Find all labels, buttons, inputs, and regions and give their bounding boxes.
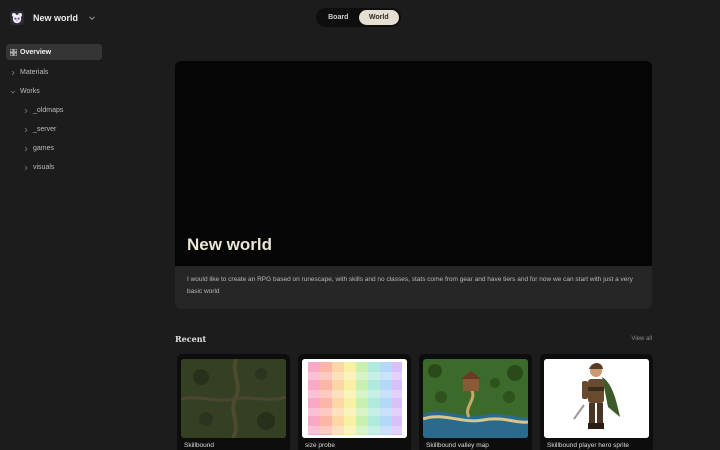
chevron-down-icon (89, 16, 95, 21)
sidebar-item-label: visuals (33, 164, 55, 172)
chevron-right-icon (9, 69, 17, 77)
recent-card[interactable]: size probe (298, 354, 411, 450)
world-description: I would like to create an RPG based on r… (187, 276, 633, 295)
sidebar-item-visuals[interactable]: visuals (6, 159, 102, 177)
sidebar-tree: Materials Works _oldmaps _server games v… (6, 64, 102, 177)
card-thumbnail (302, 359, 407, 438)
workspace-name: New world (33, 13, 79, 23)
panda-avatar-icon (10, 11, 24, 25)
tab-world[interactable]: World (358, 10, 399, 25)
chevron-right-icon (22, 107, 30, 115)
sidebar-item-label: _oldmaps (33, 107, 64, 115)
sidebar-item-oldmaps[interactable]: _oldmaps (6, 102, 102, 120)
sidebar-item-label: _server (33, 126, 57, 134)
sidebar-item-label: Works (20, 88, 40, 96)
view-all-link[interactable]: View all (631, 336, 652, 342)
sidebar-item-materials[interactable]: Materials (6, 64, 102, 82)
sidebar-item-works[interactable]: Works (6, 83, 102, 101)
sidebar-item-label: Overview (20, 48, 52, 56)
card-label: Skillbound player hero sprite (547, 442, 630, 449)
world-hero-card: New world I would like to create an RPG … (175, 61, 652, 309)
card-label: Skillbound valley map (426, 442, 489, 449)
page-title: New world (187, 235, 273, 254)
card-label: size probe (305, 442, 335, 449)
sidebar-item-games[interactable]: games (6, 140, 102, 158)
recent-cards: Skillbound size probe Skillbound valley … (175, 354, 653, 450)
sidebar-item-server[interactable]: _server (6, 121, 102, 139)
recent-section-title: Recent (175, 334, 207, 344)
sidebar-item-label: Materials (20, 69, 49, 77)
tab-board[interactable]: Board (318, 10, 359, 25)
recent-card[interactable]: Skillbound player hero sprite (540, 354, 653, 450)
chevron-right-icon (22, 164, 30, 172)
sidebar-nav: Overview Materials Works _oldmaps _serve… (6, 44, 102, 177)
app-window: New world Overview Materials Works _oldm… (0, 0, 720, 450)
view-toggle: Board World (316, 8, 401, 27)
recent-card[interactable]: Skillbound valley map (419, 354, 532, 450)
card-thumbnail (181, 359, 286, 438)
recent-card[interactable]: Skillbound (177, 354, 290, 450)
card-label: Skillbound (184, 442, 214, 449)
chevron-right-icon (22, 145, 30, 153)
sidebar-item-label: games (33, 145, 55, 153)
chevron-down-icon (9, 88, 17, 96)
card-thumbnail (544, 359, 649, 438)
chevron-right-icon (22, 126, 30, 134)
card-thumbnail (423, 359, 528, 438)
sidebar-item-overview[interactable]: Overview (6, 44, 102, 60)
grid-icon (9, 48, 17, 56)
sidebar: New world Overview Materials Works _oldm… (0, 0, 108, 450)
workspace-switcher[interactable]: New world (6, 8, 102, 28)
